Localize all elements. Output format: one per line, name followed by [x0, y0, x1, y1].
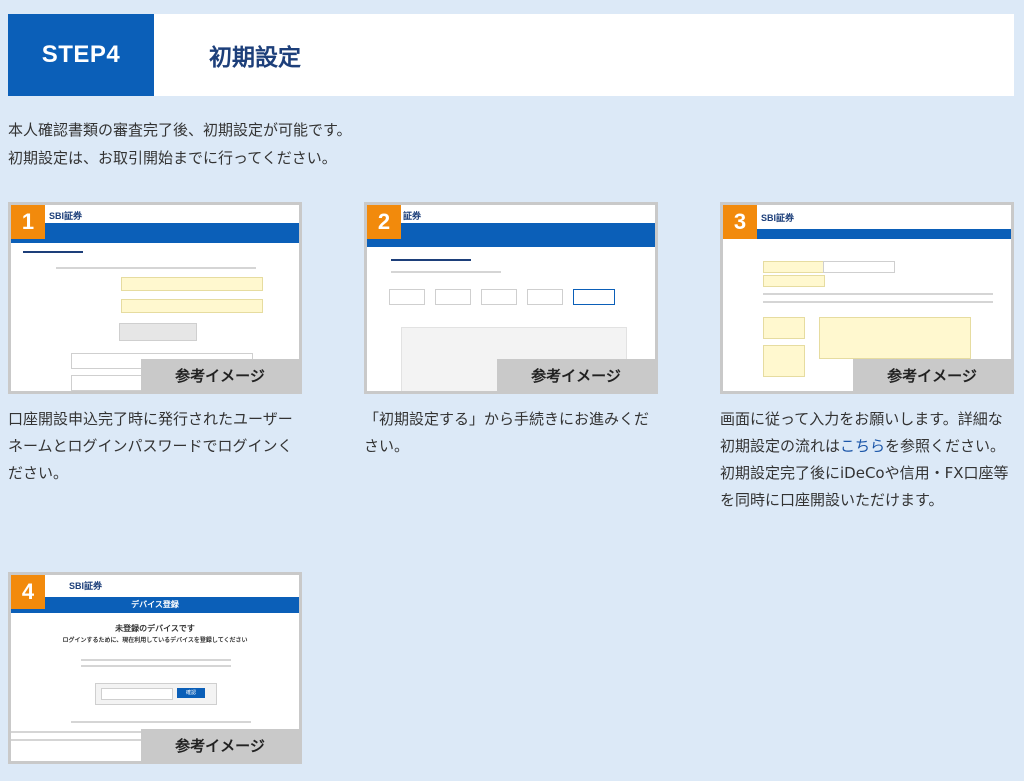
login-button	[119, 323, 197, 341]
form-label	[763, 317, 805, 339]
page-title: 初期設定	[209, 45, 301, 71]
step-1-description: 口座開設申込完了時に発行されたユーザーネームとログインパスワードでログインくださ…	[8, 410, 293, 482]
screen-nav-bar	[723, 229, 1011, 239]
step-card-2: 2 証券 参考イメージ 「初期設定する」から手続きにお進みください。	[364, 202, 658, 460]
progress-step	[389, 289, 425, 305]
screen-footer-text	[11, 731, 141, 733]
step-number-badge: 1	[11, 205, 45, 239]
sbi-logo: SBI証券	[761, 213, 795, 223]
step-card-1: 1 SBI証券 参考イメージ 口座開設申込完了時に発行されたユーザーネームとログ…	[8, 202, 302, 487]
screen-text	[81, 665, 231, 667]
intro-line-1: 本人確認書類の審査完了後、初期設定が可能です。	[8, 121, 352, 139]
step-card-3: 3 SBI証券 参考イメージ 画面に従って入力をお願いします。詳細な初期設定の流…	[720, 202, 1014, 514]
progress-step	[435, 289, 471, 305]
intro-line-2: 初期設定は、お取引開始までに行ってください。	[8, 149, 337, 167]
form-label	[763, 345, 805, 377]
form-area	[819, 317, 971, 359]
progress-step	[481, 289, 517, 305]
screen-footer-links	[71, 721, 251, 723]
step-card-4: 4 SBI証券 デバイス登録 未登録のデバイスです ログインするために、現在利用…	[8, 572, 302, 764]
username-field	[121, 277, 263, 291]
details-link[interactable]: こちら	[840, 437, 885, 455]
reference-image-3: 3 SBI証券 参考イメージ	[720, 202, 1014, 394]
sbi-logo: SBI証券	[49, 211, 83, 221]
screen-heading	[391, 259, 471, 261]
screen-footer-text	[11, 739, 141, 741]
step-number-badge: 4	[11, 575, 45, 609]
step-badge: STEP4	[8, 14, 154, 96]
reference-image-label: 参考イメージ	[853, 359, 1011, 391]
reference-image-4: 4 SBI証券 デバイス登録 未登録のデバイスです ログインするために、現在利用…	[8, 572, 302, 764]
screen-text	[763, 293, 993, 295]
form-field	[823, 261, 895, 273]
code-input	[101, 688, 173, 700]
step-number-badge: 3	[723, 205, 757, 239]
form-label	[763, 261, 825, 273]
reference-image-label: 参考イメージ	[497, 359, 655, 391]
screen-text	[763, 301, 993, 303]
progress-step-current	[573, 289, 615, 305]
screen-text	[56, 267, 256, 269]
sbi-logo: SBI証券	[69, 581, 103, 591]
reference-image-label: 参考イメージ	[141, 359, 299, 391]
screen-text	[81, 659, 231, 661]
screen-header-bar: デバイス登録	[11, 597, 299, 613]
sbi-logo: 証券	[403, 211, 422, 221]
step-header: STEP4 初期設定	[8, 14, 1014, 96]
progress-step	[527, 289, 563, 305]
step-2-description: 「初期設定する」から手続きにお進みください。	[364, 410, 650, 455]
screen-heading	[23, 251, 83, 253]
screen-text	[391, 271, 501, 273]
screen-header-bar	[11, 223, 299, 243]
intro-text: 本人確認書類の審査完了後、初期設定が可能です。 初期設定は、お取引開始までに行っ…	[8, 116, 352, 172]
screen-header-bar	[367, 223, 655, 247]
confirm-button: 確認	[177, 688, 205, 698]
reference-image-1: 1 SBI証券 参考イメージ	[8, 202, 302, 394]
password-field	[121, 299, 263, 313]
reference-image-2: 2 証券 参考イメージ	[364, 202, 658, 394]
step-3-description: 画面に従って入力をお願いします。詳細な初期設定の流れはこちらを参照ください。初期…	[720, 406, 1014, 514]
screen-subheading: ログインするために、現在利用しているデバイスを登録してください	[62, 637, 248, 644]
step-number-badge: 2	[367, 205, 401, 239]
screen-heading: 未登録のデバイスです	[115, 624, 195, 633]
reference-image-label: 参考イメージ	[141, 729, 299, 761]
form-label	[763, 275, 825, 287]
